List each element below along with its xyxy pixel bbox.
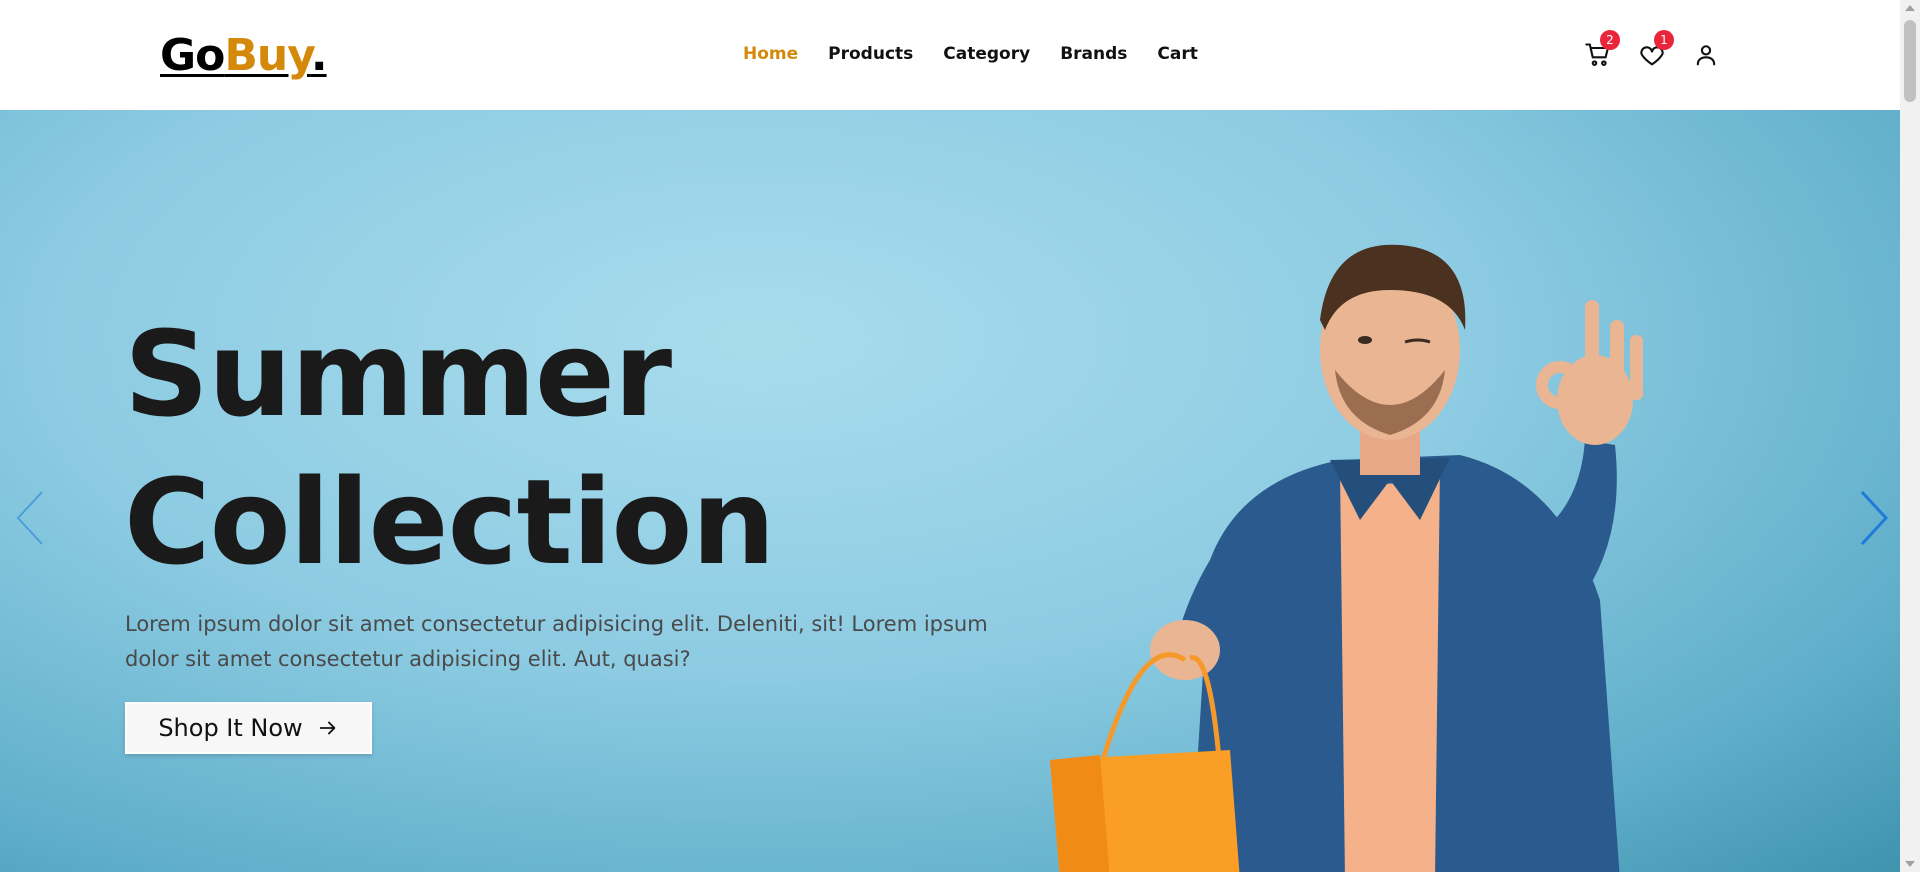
scroll-down-arrow[interactable] <box>1905 861 1915 867</box>
chevron-right-icon[interactable] <box>1852 488 1892 548</box>
brand-logo[interactable]: GoBuy. <box>160 30 328 81</box>
top-navbar: GoBuy. Home Products Category Brands Car… <box>0 0 1900 110</box>
page-scrollbar[interactable] <box>1900 0 1920 872</box>
hero-model-image <box>1050 244 1643 872</box>
nav-cart[interactable]: Cart <box>1157 44 1197 64</box>
main-nav: Home Products Category Brands Cart <box>743 44 1198 64</box>
wishlist-badge: 1 <box>1654 30 1674 50</box>
nav-products[interactable]: Products <box>828 44 913 64</box>
arrow-right-icon <box>319 721 336 735</box>
account-button[interactable] <box>1690 38 1722 70</box>
hero-title: Summer Collection <box>124 300 775 596</box>
nav-brands[interactable]: Brands <box>1060 44 1127 64</box>
scroll-thumb[interactable] <box>1904 20 1916 102</box>
shop-now-label: Shop It Now <box>158 714 303 742</box>
wishlist-button[interactable]: 1 <box>1636 30 1674 70</box>
brand-dot: . <box>310 30 328 81</box>
cart-badge: 2 <box>1600 30 1620 50</box>
brand-buy: Buy <box>224 30 312 81</box>
chevron-left-icon[interactable] <box>12 488 52 548</box>
hero-title-line1: Summer <box>124 305 672 443</box>
cart-button[interactable]: 2 <box>1582 30 1620 70</box>
hero-description: Lorem ipsum dolor sit amet consectetur a… <box>125 612 988 671</box>
shop-now-button[interactable]: Shop It Now <box>125 702 372 754</box>
user-icon <box>1696 45 1716 66</box>
nav-icons: 2 1 <box>1582 30 1722 70</box>
nav-category[interactable]: Category <box>943 44 1030 64</box>
scroll-up-arrow[interactable] <box>1905 5 1915 11</box>
hero-title-line2: Collection <box>124 453 775 591</box>
brand-go: Go <box>160 30 225 81</box>
nav-home[interactable]: Home <box>743 44 798 64</box>
hero-slider: Summer Collection Lorem ipsum dolor sit … <box>0 110 1900 872</box>
